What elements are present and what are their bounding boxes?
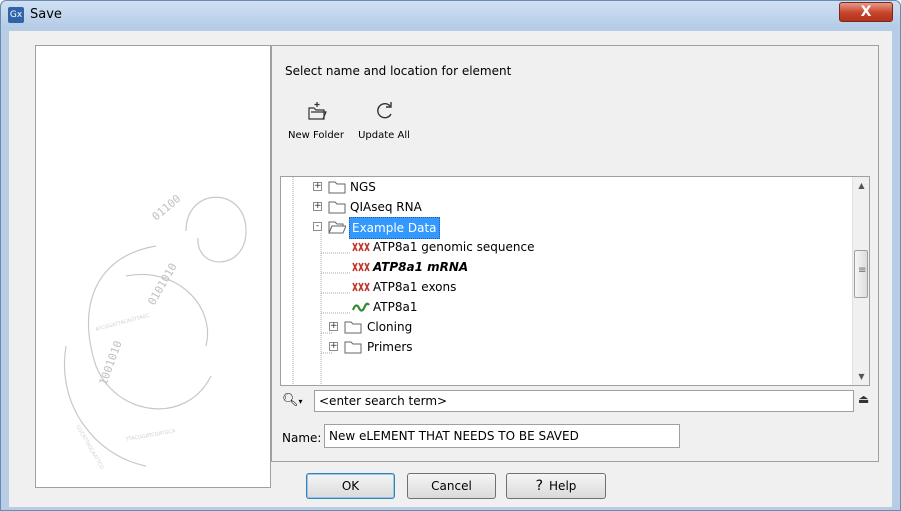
svg-text:01100: 01100 (150, 192, 184, 223)
svg-text:GGCATTAGCAATTCG: GGCATTAGCAATTCG (74, 424, 104, 471)
spiral-logo-icon: 0101010 1001010 01100 ATCGGATTACAGTTAGC … (64, 192, 247, 471)
tree-item-label: ATP8a1 mRNA (373, 260, 469, 274)
new-folder-icon (308, 102, 327, 120)
tree-scrollbar[interactable]: ▲ ≡ ▼ (852, 177, 869, 385)
tree-item-label: Cloning (367, 320, 413, 334)
tree-item-label: ATP8a1 genomic sequence (373, 240, 535, 254)
tree-item-ngs[interactable]: + NGS (281, 177, 851, 197)
tree-item-label: NGS (350, 180, 376, 194)
folder-icon (328, 181, 346, 194)
svg-text:0101010: 0101010 (145, 261, 179, 308)
decorative-side-panel: 0101010 1001010 01100 ATCGGATTACAGTTAGC … (35, 45, 271, 488)
tree-item-atp8a1-mrna[interactable]: ATP8a1 mRNA (281, 257, 851, 277)
folder-icon (328, 201, 346, 214)
grip-icon: ≡ (858, 265, 867, 276)
location-tree[interactable]: + NGS + QIAseq RNA - Example Data ATP8a1… (280, 176, 870, 386)
open-folder-icon (328, 221, 346, 234)
name-label: Name: (282, 431, 322, 445)
update-all-button[interactable]: Update All (355, 100, 413, 141)
tree-item-label: QIAseq RNA (350, 200, 422, 214)
tree-item-label: Primers (367, 340, 413, 354)
tree-item-primers[interactable]: + Primers (281, 337, 851, 357)
app-logo-icon: Gx (8, 7, 24, 23)
folder-icon (344, 341, 362, 354)
dialog-body: 0101010 1001010 01100 ATCGGATTACAGTTAGC … (9, 31, 892, 507)
help-label: Help (549, 479, 577, 493)
expand-icon[interactable]: + (329, 342, 338, 351)
tree-item-qiaseq-rna[interactable]: + QIAseq RNA (281, 197, 851, 217)
svg-text:TTACGGATCGATGCA: TTACGGATCGATGCA (124, 428, 176, 443)
sequence-icon (352, 282, 370, 292)
expand-icon[interactable]: + (313, 202, 322, 211)
save-dialog: Gx Save X 0101010 1001010 01100 ATCGGATT… (0, 0, 901, 511)
dialog-title: Save (30, 7, 62, 22)
refresh-icon (377, 102, 392, 119)
tree-item-atp8a1-exons[interactable]: ATP8a1 exons (281, 277, 851, 297)
update-all-label: Update All (358, 130, 410, 141)
scroll-up-arrow-icon[interactable]: ▲ (853, 177, 869, 194)
title-bar: Gx Save X (1, 1, 900, 29)
expand-icon[interactable]: + (329, 322, 338, 331)
sequence-icon (352, 242, 370, 252)
close-icon: X (860, 4, 872, 20)
cancel-button[interactable]: Cancel (407, 473, 496, 499)
expand-icon[interactable]: + (313, 182, 322, 191)
tree-item-example-data[interactable]: - Example Data (281, 217, 851, 239)
tree-item-label: ATP8a1 (373, 300, 418, 314)
svg-text:ATCGGATTACAGTTAGC: ATCGGATTACAGTTAGC (95, 313, 151, 333)
tree-item-atp8a1-protein[interactable]: ATP8a1 (281, 297, 851, 317)
instruction-text: Select name and location for element (285, 64, 512, 78)
help-icon: ? (535, 478, 544, 494)
protein-icon (352, 302, 370, 312)
svg-text:1001010: 1001010 (97, 339, 125, 387)
name-input[interactable] (324, 424, 680, 448)
help-button[interactable]: ? Help (506, 473, 606, 499)
folder-icon (344, 321, 362, 334)
new-folder-label: New Folder (288, 130, 344, 141)
sequence-icon (352, 262, 370, 272)
tree-item-label: Example Data (349, 217, 440, 239)
new-folder-button[interactable]: New Folder (281, 100, 351, 141)
collapse-panel-icon[interactable]: ⏏ (858, 392, 869, 406)
ok-button[interactable]: OK (306, 473, 395, 499)
close-button[interactable]: X (839, 2, 893, 22)
search-icon[interactable]: 🔍︎▾ (282, 393, 303, 408)
search-bar: 🔍︎▾ ⏏ (280, 390, 870, 412)
scroll-down-arrow-icon[interactable]: ▼ (853, 368, 869, 385)
tree-item-label: ATP8a1 exons (373, 280, 457, 294)
tree-item-atp8a1-genomic-sequence[interactable]: ATP8a1 genomic sequence (281, 237, 851, 257)
scroll-thumb[interactable]: ≡ (854, 250, 868, 298)
search-input[interactable] (314, 390, 854, 412)
location-panel: Select name and location for element New… (271, 45, 879, 462)
collapse-icon[interactable]: - (313, 222, 322, 231)
tree-item-cloning[interactable]: + Cloning (281, 317, 851, 337)
